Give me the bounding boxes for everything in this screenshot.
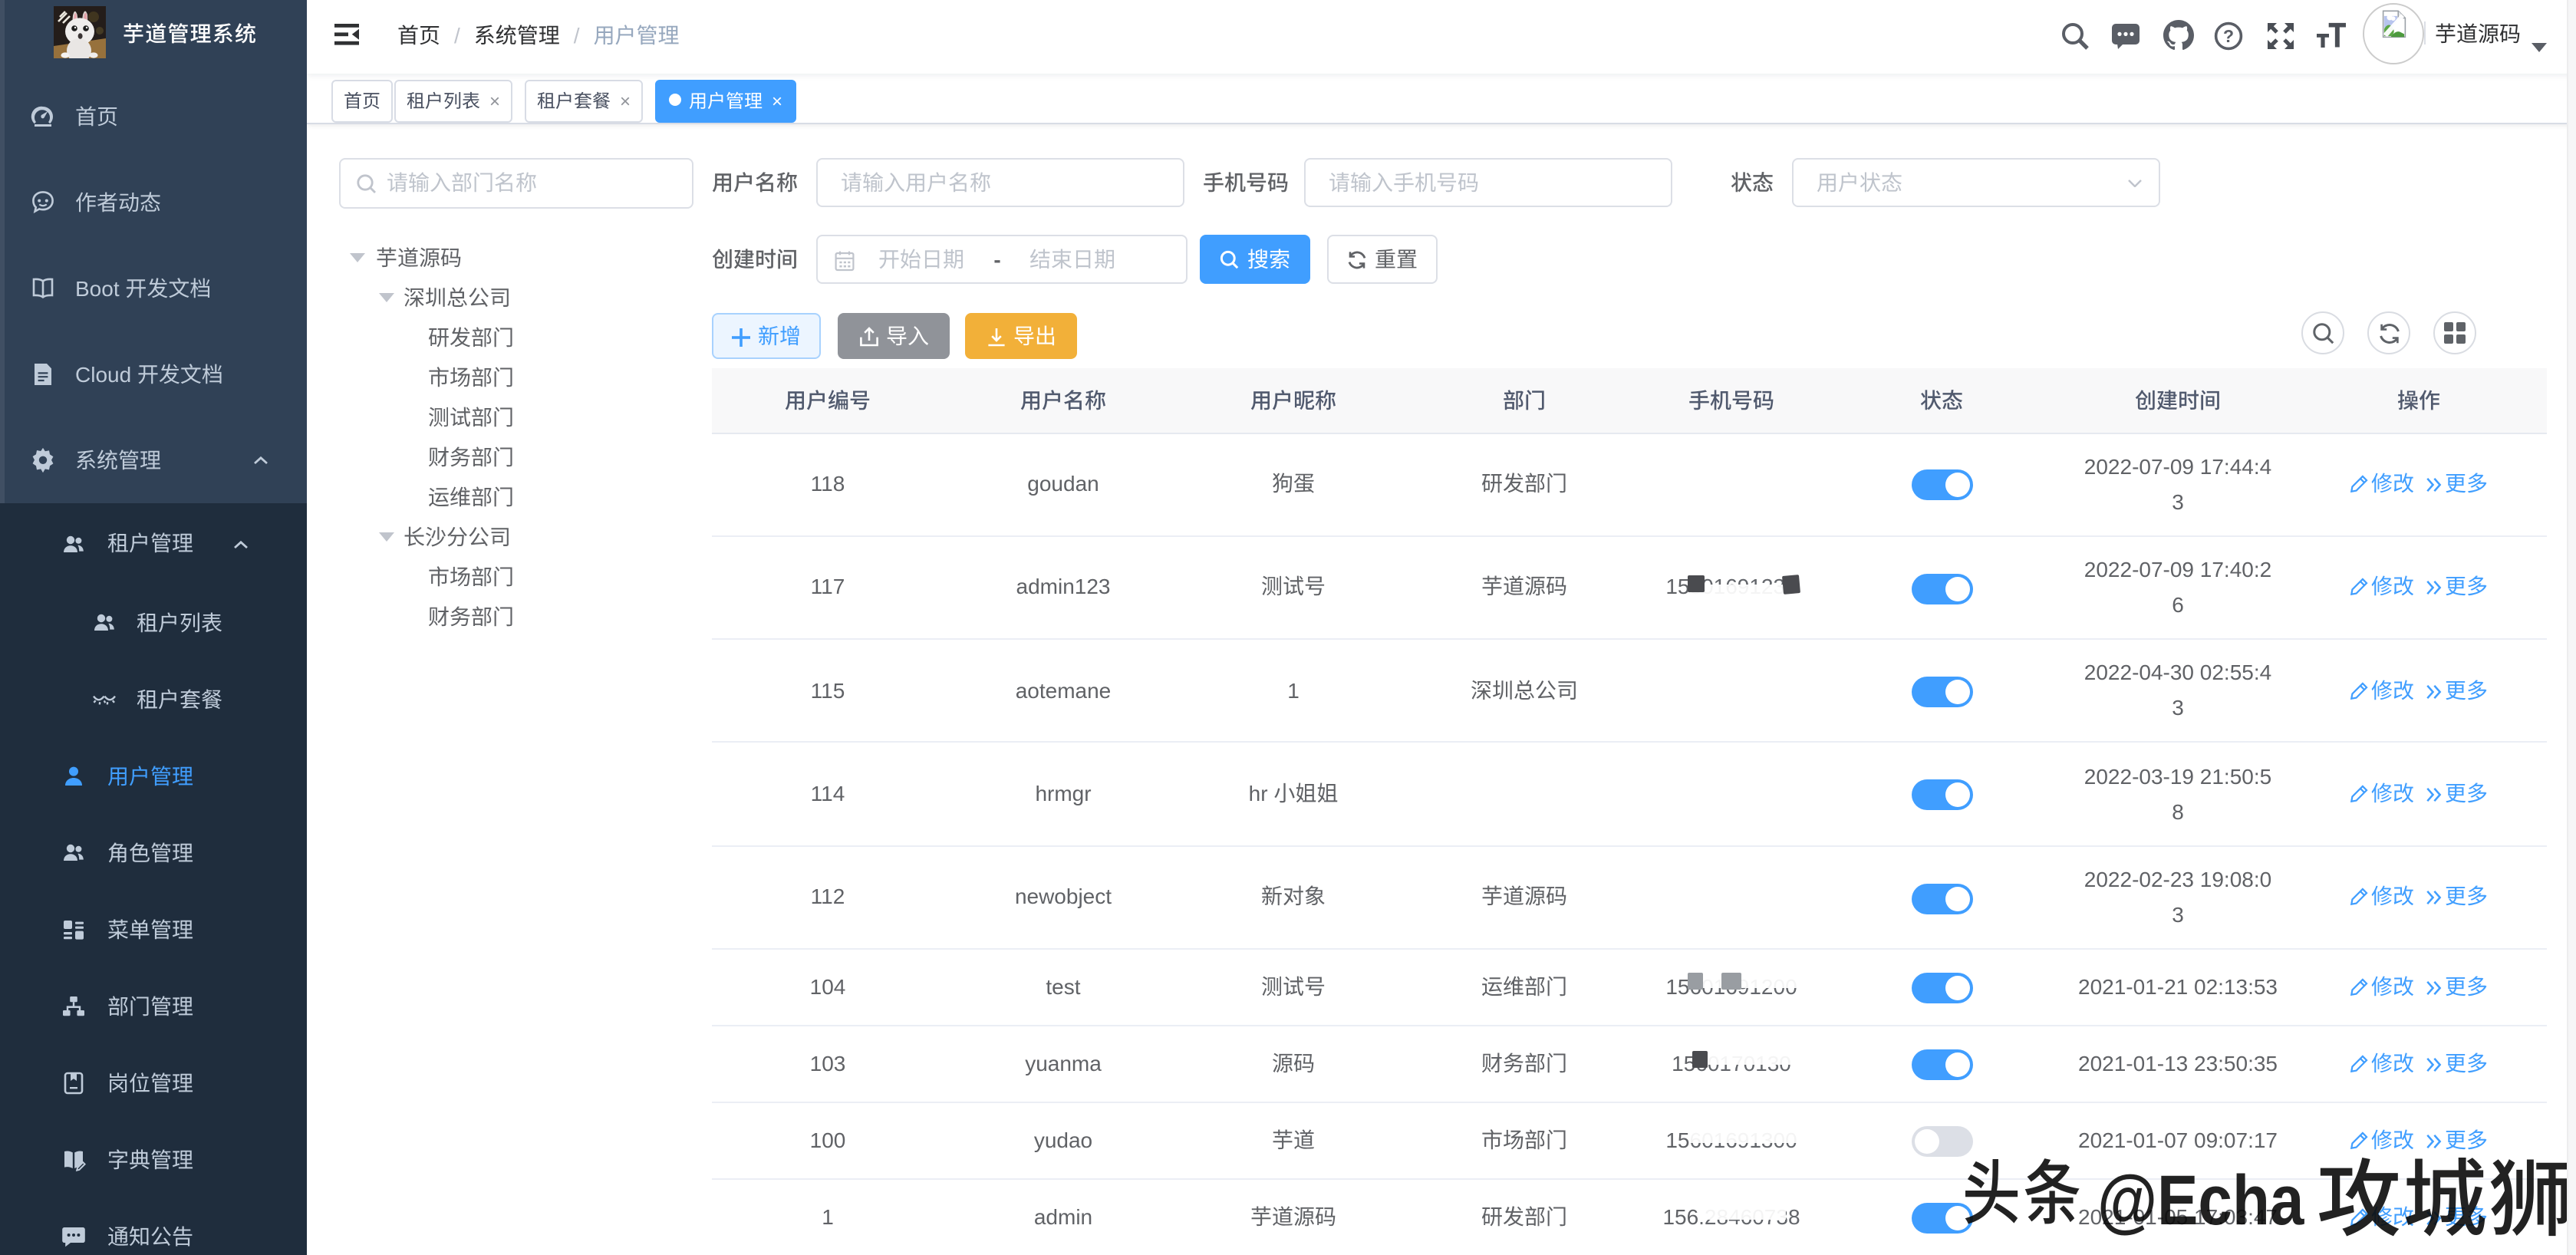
svg-text:?: ?	[2223, 26, 2234, 46]
